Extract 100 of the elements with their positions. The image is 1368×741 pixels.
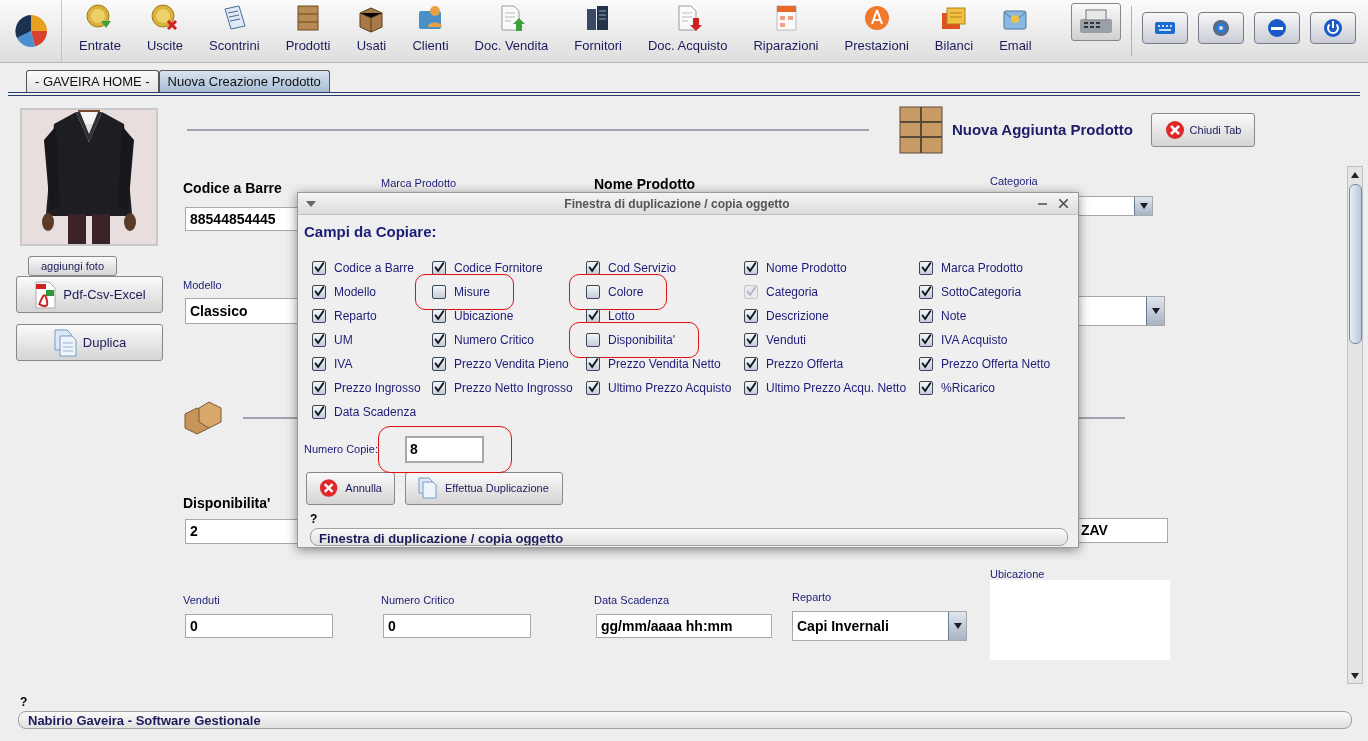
toolbar-button[interactable]: Doc. Vendita (461, 0, 562, 62)
checkbox[interactable] (586, 356, 600, 371)
sidebar-button[interactable]: Duplica (16, 324, 163, 361)
field-label: Reparto (792, 590, 832, 604)
checkbox[interactable] (312, 380, 326, 395)
checkbox[interactable] (312, 404, 326, 419)
checkbox-label: IVA (334, 355, 353, 373)
keyboard-button[interactable] (1142, 12, 1188, 44)
documents-icon (418, 477, 438, 499)
checkbox[interactable] (312, 260, 326, 275)
dialog-button[interactable]: Effettua Duplicazione (405, 471, 563, 505)
scroll-up-icon[interactable] (1350, 170, 1360, 180)
checkbox-label: Codice a Barre (334, 259, 415, 277)
toolbar-button[interactable]: Uscite (133, 0, 197, 62)
field-label: Data Scadenza (594, 593, 670, 607)
toolbar-button[interactable]: Fornitori (561, 0, 635, 62)
field-label: Marca Prodotto (381, 176, 457, 190)
checkbox[interactable] (586, 380, 600, 395)
input-field[interactable]: 0 (383, 614, 531, 638)
settings-button[interactable] (1198, 12, 1244, 44)
department-dropdown[interactable]: Capi Invernali (792, 611, 967, 641)
close-tab-button[interactable]: Chiudi Tab (1151, 113, 1255, 147)
checkbox-label: Venduti (766, 331, 807, 349)
pie-chart-icon (13, 14, 48, 48)
crates-icon (896, 105, 945, 155)
caret-icon (1151, 308, 1160, 314)
field-label: Ubicazione (990, 567, 1045, 581)
checkbox[interactable] (432, 332, 446, 347)
toolbar-button[interactable]: Prodotti (272, 0, 344, 62)
checkbox-label: Ultimo Prezzo Acquisto (608, 379, 732, 397)
field-label: Venduti (183, 593, 220, 607)
checkbox[interactable] (744, 332, 758, 347)
checkbox[interactable] (919, 332, 933, 347)
checkbox[interactable] (586, 332, 600, 347)
checkbox-label: Numero Critico (454, 331, 534, 349)
toolbar-button[interactable]: Bilanci (921, 0, 987, 62)
coin-icon (150, 3, 180, 33)
checkbox[interactable] (312, 332, 326, 347)
boxes-icon (183, 400, 223, 436)
toolbar-button[interactable]: Entrate (66, 0, 134, 62)
checkbox[interactable] (432, 356, 446, 371)
tab[interactable]: Nuova Creazione Prodotto (158, 70, 330, 92)
toolbar-button[interactable]: Prestazioni (831, 0, 922, 62)
checkbox[interactable] (919, 380, 933, 395)
toolbar-button[interactable]: Clienti (399, 0, 462, 62)
checkbox-label: Prezzo Vendita Pieno (454, 355, 569, 373)
dialog-button[interactable]: Annulla (306, 471, 395, 505)
checkbox[interactable] (312, 356, 326, 371)
checkbox[interactable] (432, 380, 446, 395)
field-label: Categoria (990, 174, 1038, 188)
checkbox[interactable] (919, 260, 933, 275)
checkbox-label: Prezzo Offerta Netto (941, 355, 1051, 373)
documents-icon (52, 328, 77, 357)
cash-register-button[interactable] (1071, 3, 1121, 41)
checkbox[interactable] (312, 308, 326, 323)
checkbox-label: Ubicazione (454, 307, 514, 325)
toolbar-button[interactable]: Riparazioni (740, 0, 832, 62)
checkbox[interactable] (744, 308, 758, 323)
tab[interactable]: - GAVEIRA HOME - (26, 70, 159, 92)
input-field[interactable]: 0 (185, 614, 333, 638)
checkbox[interactable] (312, 284, 326, 299)
status-bar: Finestra di duplicazione / copia oggetto (310, 527, 1068, 546)
caret-icon (953, 623, 962, 629)
checkbox[interactable] (919, 284, 933, 299)
field-label: Nome Prodotto (594, 176, 696, 192)
toolbar-button[interactable]: Scontrini (196, 0, 273, 62)
field-label: Codice a Barre (183, 180, 282, 196)
checkbox-label: Misure (454, 283, 490, 301)
checkbox-label: Disponibilita' (608, 331, 675, 349)
power-button[interactable] (1310, 12, 1356, 44)
copies-field[interactable]: 8 (405, 435, 484, 463)
checkbox[interactable] (432, 284, 446, 299)
checkbox[interactable] (744, 380, 758, 395)
checkbox-label: Ultimo Prezzo Acqu. Netto (766, 379, 907, 397)
checkbox-label: Categoria (766, 283, 819, 301)
checkbox-label: Lotto (608, 307, 635, 325)
status-bar: Nabirio Gaveira - Software Gestionale (18, 711, 1352, 729)
close-icon[interactable] (1059, 199, 1068, 208)
checkbox-label: Prezzo Vendita Netto (608, 355, 721, 373)
checkbox[interactable] (586, 308, 600, 323)
checkbox[interactable] (586, 260, 600, 275)
scroll-down-icon[interactable] (1350, 671, 1360, 681)
checkbox[interactable] (432, 260, 446, 275)
help-mark: ? (20, 695, 29, 709)
toolbar-button[interactable]: Doc. Acquisto (634, 0, 741, 62)
add-photo-button[interactable]: aggiungi foto (28, 256, 117, 276)
minimize-button[interactable] (1254, 12, 1300, 44)
checkbox[interactable] (919, 356, 933, 371)
scrollbar[interactable] (1347, 166, 1363, 684)
input-field[interactable]: gg/mm/aaaa hh:mm (596, 614, 772, 638)
checkbox-label: Reparto (334, 307, 377, 325)
checkbox[interactable] (744, 260, 758, 275)
checkbox[interactable] (744, 356, 758, 371)
checkbox[interactable] (432, 308, 446, 323)
field-label: Modello (183, 278, 222, 292)
checkbox[interactable] (919, 308, 933, 323)
toolbar-button[interactable]: Usati (343, 0, 400, 62)
checkbox[interactable] (586, 284, 600, 299)
toolbar-button[interactable]: Email (986, 0, 1045, 62)
sidebar-button[interactable]: Pdf-Csv-Excel (16, 276, 163, 313)
